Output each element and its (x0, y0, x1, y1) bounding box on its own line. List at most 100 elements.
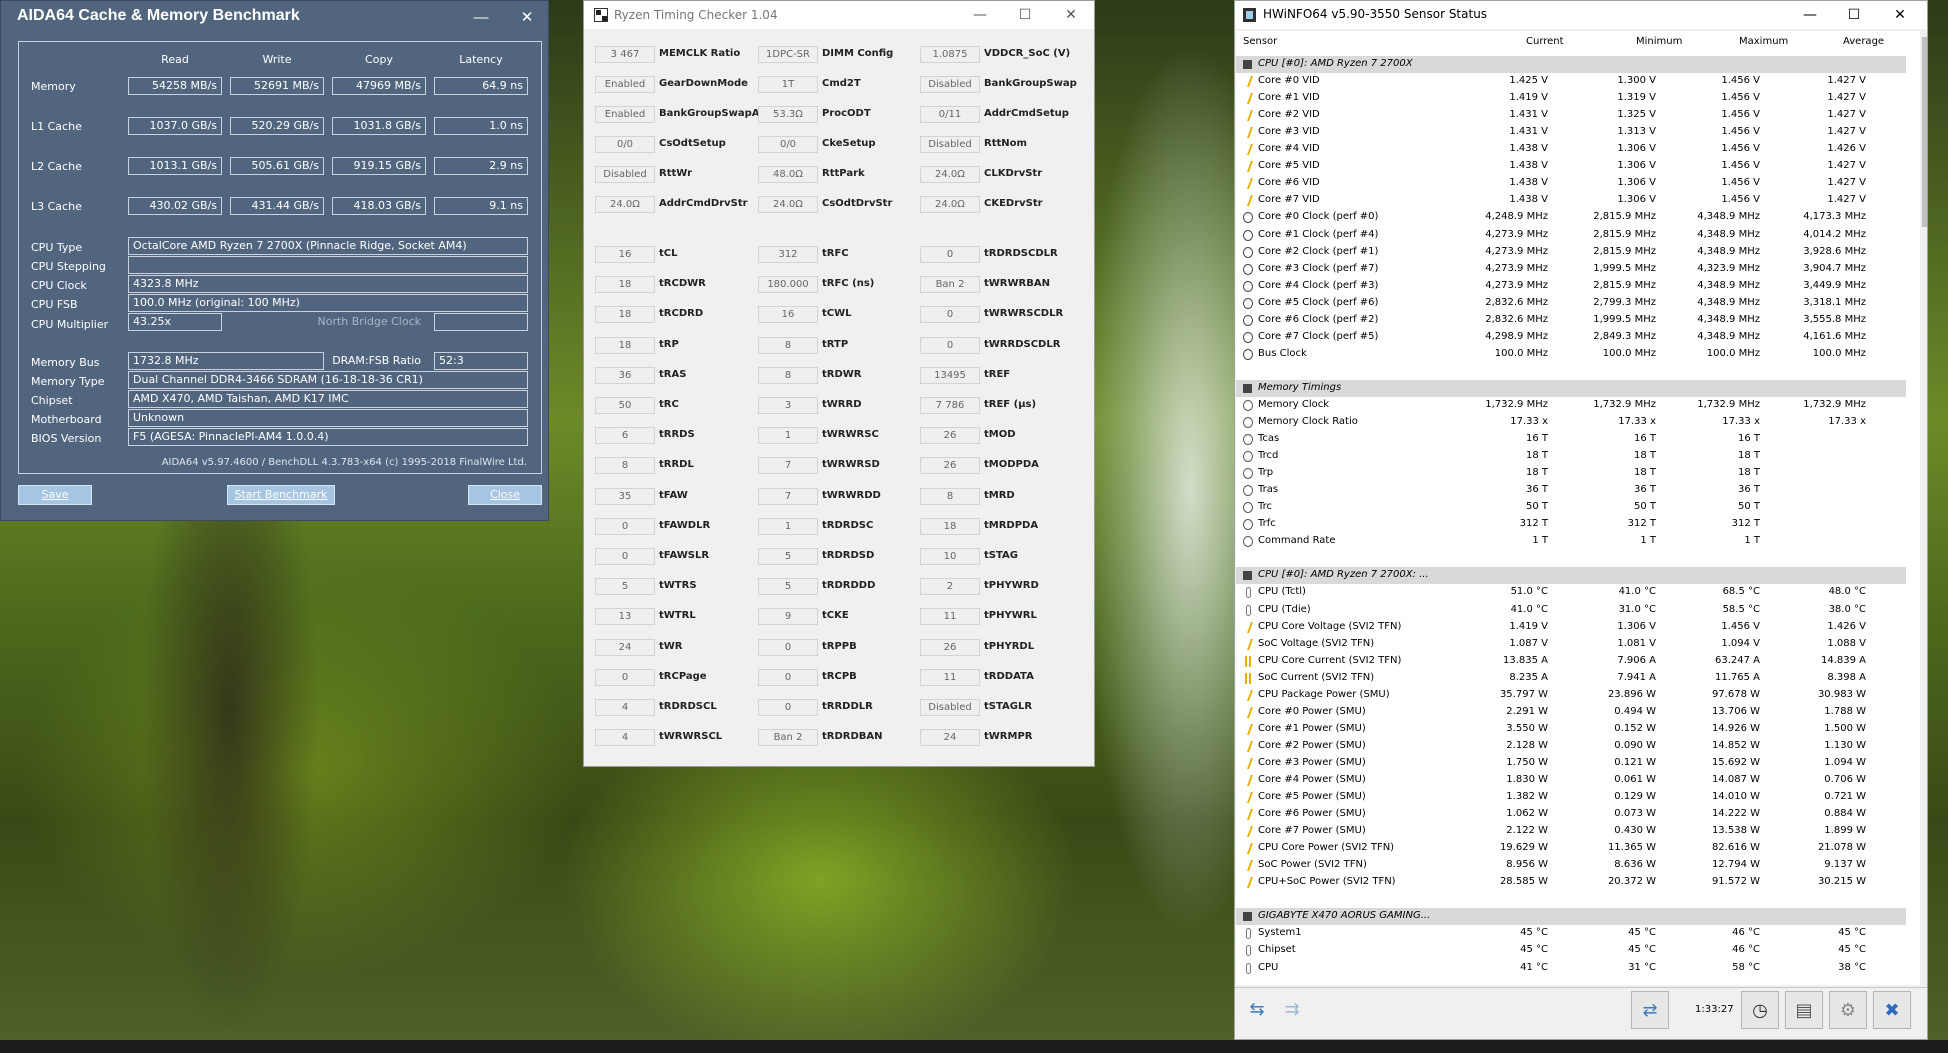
add-report-button[interactable]: ▤ (1785, 991, 1823, 1029)
hw-minimize-button[interactable]: — (1789, 5, 1831, 25)
save-button[interactable]: Save (18, 485, 92, 505)
sensor-row[interactable]: CPU 41 °C 31 °C 58 °C 38 °C (1236, 960, 1906, 977)
sensor-row[interactable]: Trfc 312 T 312 T 312 T (1236, 516, 1906, 533)
sensor-group-header[interactable]: CPU [#0]: AMD Ryzen 7 2700X: ... (1236, 567, 1906, 585)
sensor-row[interactable]: CPU Package Power (SMU) 35.797 W 23.896 W 9… (1236, 687, 1906, 704)
rtc-maximize-button[interactable]: ☐ (1007, 5, 1043, 25)
close-window-button[interactable]: ✕ (510, 1, 544, 33)
sensor-group-header[interactable]: Memory Timings (1236, 379, 1906, 397)
sensor-group-header[interactable]: GIGABYTE X470 AORUS GAMING... (1236, 908, 1906, 926)
average-value: 1.427 V (1827, 126, 1866, 138)
rtc-close-button[interactable]: ✕ (1053, 5, 1089, 25)
sensor-name: Core #1 Power (SMU) (1258, 722, 1366, 734)
sensor-row[interactable]: Core #5 VID 1.438 V 1.306 V 1.456 V 1.427 V (1236, 158, 1906, 175)
current-value: 2.128 W (1506, 739, 1548, 751)
sensor-row[interactable]: Core #6 Clock (perf #2) 2,832.6 MHz 1,999.… (1236, 312, 1906, 329)
sensor-row[interactable]: Core #4 Clock (perf #3) 4,273.9 MHz 2,815.… (1236, 278, 1906, 295)
close-button[interactable]: Close (468, 485, 542, 505)
sensor-row[interactable]: CPU Core Voltage (SVI2 TFN) 1.419 V 1.306 … (1236, 619, 1906, 636)
sensor-row[interactable]: Tcas 16 T 16 T 16 T (1236, 431, 1906, 448)
sensor-row[interactable]: Core #2 VID 1.431 V 1.325 V 1.456 V 1.427 V (1236, 107, 1906, 124)
sensor-table[interactable]: Sensor Current Minimum Maximum Average C… (1236, 31, 1920, 985)
sensor-row[interactable]: CPU Core Current (SVI2 TFN) 13.835 A 7.906… (1236, 653, 1906, 670)
sensor-row[interactable]: Core #0 VID 1.425 V 1.300 V 1.456 V 1.427 V (1236, 73, 1906, 90)
sensor-row[interactable]: Core #5 Clock (perf #6) 2,832.6 MHz 2,799.… (1236, 295, 1906, 312)
sensor-row[interactable]: Bus Clock 100.0 MHz 100.0 MHz 100.0 MHz 100.… (1236, 346, 1906, 363)
collapse-arrows-button[interactable]: ⇉ (1273, 991, 1311, 1029)
sensor-row[interactable]: Trc 50 T 50 T 50 T (1236, 499, 1906, 516)
prev-next-arrows-button[interactable]: ⇆ (1238, 991, 1276, 1029)
sensor-row[interactable]: Core #6 VID 1.438 V 1.306 V 1.456 V 1.427 V (1236, 175, 1906, 192)
minimum-value: 2,799.3 MHz (1593, 296, 1656, 308)
timing-value: 24.0Ω (595, 196, 655, 213)
volt-icon (1242, 621, 1254, 633)
sensor-row[interactable]: CPU+SoC Power (SVI2 TFN) 28.585 W 20.372 W… (1236, 874, 1906, 891)
close-sensors-button[interactable]: ✖ (1873, 991, 1911, 1029)
sensor-row[interactable]: Core #6 Power (SMU) 1.062 W 0.073 W 14.222 … (1236, 806, 1906, 823)
sensor-row[interactable]: Trcd 18 T 18 T 18 T (1236, 448, 1906, 465)
network-button[interactable]: ⇄ (1631, 991, 1669, 1029)
col-header-average[interactable]: Average (1843, 36, 1884, 47)
tim-icon (1243, 468, 1253, 480)
sensor-row[interactable]: CPU (Tdie) 41.0 °C 31.0 °C 58.5 °C 38.0 °C (1236, 602, 1906, 619)
vertical-scrollbar[interactable] (1921, 31, 1927, 985)
col-header-minimum[interactable]: Minimum (1636, 36, 1682, 47)
minimum-value: 100.0 MHz (1602, 347, 1656, 359)
sensor-row[interactable]: Core #3 VID 1.431 V 1.313 V 1.456 V 1.427 V (1236, 124, 1906, 141)
sensor-group-header[interactable]: CPU [#0]: AMD Ryzen 7 2700X (1236, 56, 1906, 73)
temp-icon (1246, 962, 1251, 974)
minimize-icon: — (973, 7, 987, 23)
sensor-row[interactable]: CPU (Tctl) 51.0 °C 41.0 °C 68.5 °C 48.0 °C (1236, 584, 1906, 601)
sensor-row[interactable]: System1 45 °C 45 °C 46 °C 45 °C (1236, 925, 1906, 942)
sensor-row[interactable]: Core #7 Power (SMU) 2.122 W 0.430 W 13.538 … (1236, 823, 1906, 840)
rtc-titlebar[interactable]: Ryzen Timing Checker 1.04 — ☐ ✕ (584, 1, 1094, 29)
scrollbar-thumb[interactable] (1922, 37, 1927, 227)
sensor-row[interactable]: Trp 18 T 18 T 18 T (1236, 465, 1906, 482)
sensor-row[interactable]: Command Rate 1 T 1 T 1 T (1236, 533, 1906, 550)
maximum-value: 4,348.9 MHz (1697, 228, 1760, 240)
sensor-row[interactable]: Core #7 Clock (perf #5) 4,298.9 MHz 2,849.… (1236, 329, 1906, 346)
sensor-row[interactable]: Core #3 Clock (perf #7) 4,273.9 MHz 1,999.… (1236, 261, 1906, 278)
sensor-row[interactable]: Core #1 VID 1.419 V 1.319 V 1.456 V 1.427 V (1236, 90, 1906, 107)
minimize-button[interactable]: — (464, 1, 498, 33)
sensor-row[interactable]: Core #1 Power (SMU) 3.550 W 0.152 W 14.926 … (1236, 721, 1906, 738)
col-header-current[interactable]: Current (1526, 36, 1564, 47)
sensor-row[interactable]: Core #4 VID 1.438 V 1.306 V 1.456 V 1.426 V (1236, 141, 1906, 158)
sensor-row[interactable]: Core #5 Power (SMU) 1.382 W 0.129 W 14.010 … (1236, 789, 1906, 806)
settings-button[interactable]: ⚙ (1829, 991, 1867, 1029)
sensor-row[interactable]: SoC Power (SVI2 TFN) 8.956 W 8.636 W 12.794… (1236, 857, 1906, 874)
timing-label: tWTRS (659, 580, 697, 591)
sensor-row[interactable]: Memory Clock Ratio 17.33 x 17.33 x 17.33 x 1… (1236, 414, 1906, 431)
aida64-window[interactable]: AIDA64 Cache & Memory Benchmark — ✕ Read… (0, 0, 549, 521)
sensor-row[interactable]: CPU Core Power (SVI2 TFN) 19.629 W 11.365 … (1236, 840, 1906, 857)
clock-button[interactable]: ◷ (1741, 991, 1779, 1029)
rtc-minimize-button[interactable]: — (962, 5, 998, 25)
sensor-row[interactable]: Core #2 Power (SMU) 2.128 W 0.090 W 14.852 … (1236, 738, 1906, 755)
ryzen-timing-checker-window[interactable]: Ryzen Timing Checker 1.04 — ☐ ✕ 3 467 MEM… (583, 0, 1095, 767)
col-header-sensor[interactable]: Sensor (1243, 36, 1277, 47)
hw-titlebar[interactable]: HWiNFO64 v5.90-3550 Sensor Status — ☐ ✕ (1235, 1, 1927, 29)
sensor-row[interactable]: Core #1 Clock (perf #4) 4,273.9 MHz 2,815.… (1236, 227, 1906, 244)
sensor-row[interactable]: Core #3 Power (SMU) 1.750 W 0.121 W 15.692 … (1236, 755, 1906, 772)
average-value: 1.427 V (1827, 160, 1866, 172)
sensor-row[interactable]: Chipset 45 °C 45 °C 46 °C 45 °C (1236, 942, 1906, 959)
hw-maximize-button[interactable]: ☐ (1833, 5, 1875, 25)
hwinfo-window[interactable]: HWiNFO64 v5.90-3550 Sensor Status — ☐ ✕ … (1234, 0, 1928, 1040)
sensor-row[interactable]: Core #0 Clock (perf #0) 4,248.9 MHz 2,815.… (1236, 209, 1906, 226)
col-header-maximum[interactable]: Maximum (1739, 36, 1788, 47)
sensor-row[interactable]: Core #4 Power (SMU) 1.830 W 0.061 W 14.087 … (1236, 772, 1906, 789)
sensor-name: Core #5 Power (SMU) (1258, 791, 1366, 803)
minimum-value: 2,815.9 MHz (1593, 211, 1656, 223)
hw-close-button[interactable]: ✕ (1879, 5, 1921, 25)
start-button[interactable] (0, 1040, 46, 1053)
timing-label: tRDRDSC (822, 520, 874, 531)
sensor-row[interactable]: Core #2 Clock (perf #1) 4,273.9 MHz 2,815.… (1236, 244, 1906, 261)
sensor-row[interactable]: Tras 36 T 36 T 36 T (1236, 482, 1906, 499)
timing-value: Ban 2 (758, 729, 818, 746)
sensor-row[interactable]: SoC Current (SVI2 TFN) 8.235 A 7.941 A 11.7… (1236, 670, 1906, 687)
sensor-row[interactable]: Core #0 Power (SMU) 2.291 W 0.494 W 13.706 … (1236, 704, 1906, 721)
start-benchmark-button[interactable]: Start Benchmark (227, 485, 335, 505)
sensor-row[interactable]: SoC Voltage (SVI2 TFN) 1.087 V 1.081 V 1.09… (1236, 636, 1906, 653)
sensor-row[interactable]: Memory Clock 1,732.9 MHz 1,732.9 MHz 1,732.… (1236, 397, 1906, 414)
sensor-row[interactable]: Core #7 VID 1.438 V 1.306 V 1.456 V 1.427 V (1236, 192, 1906, 209)
